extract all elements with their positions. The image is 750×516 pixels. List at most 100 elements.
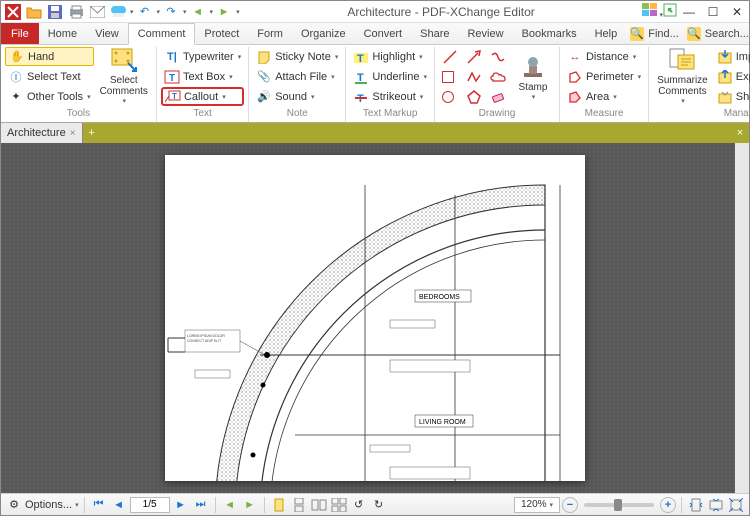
options-label[interactable]: Options... [25, 499, 72, 511]
select-comments-icon [110, 47, 138, 73]
eraser-tool[interactable] [487, 87, 509, 106]
tab-view[interactable]: View [86, 23, 128, 44]
group-markup: THighlight▾ TUnderline▾ TStrikeout▾ Text… [346, 47, 435, 122]
attach-file-tool[interactable]: 📎Attach File▾ [253, 67, 341, 86]
quick-access-toolbar: ▾ ↶ ▾ ↷ ▾ ◄ ▾ ► ▾ [1, 2, 240, 22]
continuous-icon[interactable] [290, 496, 308, 514]
zoom-out-icon[interactable]: − [562, 497, 578, 513]
fit-width-icon[interactable] [707, 496, 725, 514]
stamp-button[interactable]: Stamp▾ [511, 47, 555, 105]
zoom-slider[interactable] [584, 503, 654, 507]
search-button[interactable]: 🔍Search... [683, 23, 750, 44]
prev-page-icon[interactable]: ◄ [110, 496, 128, 514]
rect-tool[interactable] [439, 67, 461, 86]
other-tools[interactable]: ✦Other Tools▾ [5, 87, 94, 106]
pencil-tool[interactable] [487, 47, 509, 66]
select-text-tool[interactable]: ⒾSelect Text [5, 67, 94, 86]
maximize-button[interactable]: ☐ [701, 2, 725, 22]
strikeout-tool[interactable]: TStrikeout▾ [350, 87, 430, 106]
zoom-value[interactable]: 120%▾ [514, 497, 560, 513]
first-page-icon[interactable]: ⏮ [90, 496, 108, 514]
document-viewport[interactable]: BEDROOMS LIVING ROOM LOREM IPSUM DOLOR C… [1, 143, 749, 493]
actual-size-icon[interactable] [727, 496, 745, 514]
tab-help[interactable]: Help [586, 23, 627, 44]
perimeter-tool[interactable]: Perimeter▾ [564, 67, 644, 86]
forward-icon[interactable]: ► [214, 2, 234, 22]
tab-convert[interactable]: Convert [355, 23, 412, 44]
print-icon[interactable] [66, 2, 86, 22]
doc-tab-label: Architecture [7, 127, 66, 139]
undo-dropdown[interactable]: ▾ [157, 8, 161, 16]
qat-dropdown-icon[interactable]: ▾ [130, 8, 134, 16]
hand-tool[interactable]: ✋Hand [5, 47, 94, 66]
arrow-tool[interactable] [463, 47, 485, 66]
vertical-scrollbar[interactable] [735, 143, 749, 493]
last-page-icon[interactable]: ⏭ [192, 496, 210, 514]
find-button[interactable]: 🔍Find... [626, 23, 683, 44]
oval-tool[interactable] [439, 87, 461, 106]
ui-options-icon[interactable]: ▾ [642, 3, 663, 20]
summarize-button[interactable]: Summarize Comments▾ [653, 47, 712, 105]
rotate-ccw-icon[interactable]: ↺ [350, 496, 368, 514]
rotate-cw-icon[interactable]: ↻ [370, 496, 388, 514]
tab-review[interactable]: Review [458, 23, 512, 44]
two-continuous-icon[interactable] [330, 496, 348, 514]
sound-tool[interactable]: 🔊Sound▾ [253, 87, 341, 106]
polyline-tool[interactable] [463, 67, 485, 86]
nav-forward-icon[interactable]: ► [241, 496, 259, 514]
close-button[interactable]: ✕ [725, 2, 749, 22]
typewriter-tool[interactable]: T|Typewriter▾ [161, 47, 244, 66]
area-tool[interactable]: Area▾ [564, 87, 644, 106]
zoom-in-icon[interactable]: + [660, 497, 676, 513]
email-icon[interactable] [87, 2, 107, 22]
tab-organize[interactable]: Organize [292, 23, 355, 44]
minimize-button[interactable]: — [677, 2, 701, 22]
document-tab[interactable]: Architecture × [1, 123, 83, 143]
page-number-input[interactable] [130, 497, 170, 513]
open-icon[interactable] [24, 2, 44, 22]
select-comments-button[interactable]: Select Comments▾ [96, 47, 152, 105]
file-menu[interactable]: File [1, 23, 39, 44]
close-all-tabs-button[interactable]: × [731, 123, 749, 143]
group-label: Measure [564, 108, 644, 122]
back-icon[interactable]: ◄ [188, 2, 208, 22]
tab-protect[interactable]: Protect [195, 23, 248, 44]
redo-dropdown[interactable]: ▾ [183, 8, 187, 16]
next-page-icon[interactable]: ► [172, 496, 190, 514]
polygon-tool[interactable] [463, 87, 485, 106]
group-measure: ↔Distance▾ Perimeter▾ Area▾ Measure [560, 47, 649, 122]
undo-icon[interactable]: ↶ [135, 2, 155, 22]
launch-icon[interactable] [663, 3, 677, 20]
fit-page-icon[interactable] [687, 496, 705, 514]
group-note: Sticky Note▾ 📎Attach File▾ 🔊Sound▾ Note [249, 47, 346, 122]
sticky-note-tool[interactable]: Sticky Note▾ [253, 47, 341, 66]
options-gear-icon[interactable]: ⚙ [5, 496, 23, 514]
app-icon[interactable] [3, 2, 23, 22]
room-label: LIVING ROOM [419, 419, 466, 426]
back-dropdown[interactable]: ▾ [210, 8, 214, 16]
tab-bookmarks[interactable]: Bookmarks [513, 23, 586, 44]
add-tab-button[interactable]: + [83, 123, 101, 143]
tab-share[interactable]: Share [411, 23, 458, 44]
tab-comment[interactable]: Comment [128, 23, 196, 45]
cloud-tool[interactable] [487, 67, 509, 86]
scan-icon[interactable] [108, 2, 128, 22]
group-label: Manage Comments [653, 108, 750, 122]
show-button[interactable]: Show▾ [714, 87, 750, 106]
nav-back-icon[interactable]: ◄ [221, 496, 239, 514]
callout-tool[interactable]: TCallout▾ [161, 87, 244, 106]
underline-tool[interactable]: TUnderline▾ [350, 67, 430, 86]
export-button[interactable]: Export [714, 67, 750, 86]
import-button[interactable]: Import [714, 47, 750, 66]
single-page-icon[interactable] [270, 496, 288, 514]
line-tool[interactable] [439, 47, 461, 66]
close-tab-icon[interactable]: × [70, 128, 76, 139]
distance-tool[interactable]: ↔Distance▾ [564, 47, 644, 66]
redo-icon[interactable]: ↷ [161, 2, 181, 22]
highlight-tool[interactable]: THighlight▾ [350, 47, 430, 66]
tab-home[interactable]: Home [39, 23, 86, 44]
textbox-tool[interactable]: TText Box▾ [161, 67, 244, 86]
tab-form[interactable]: Form [248, 23, 292, 44]
two-page-icon[interactable] [310, 496, 328, 514]
save-icon[interactable] [45, 2, 65, 22]
